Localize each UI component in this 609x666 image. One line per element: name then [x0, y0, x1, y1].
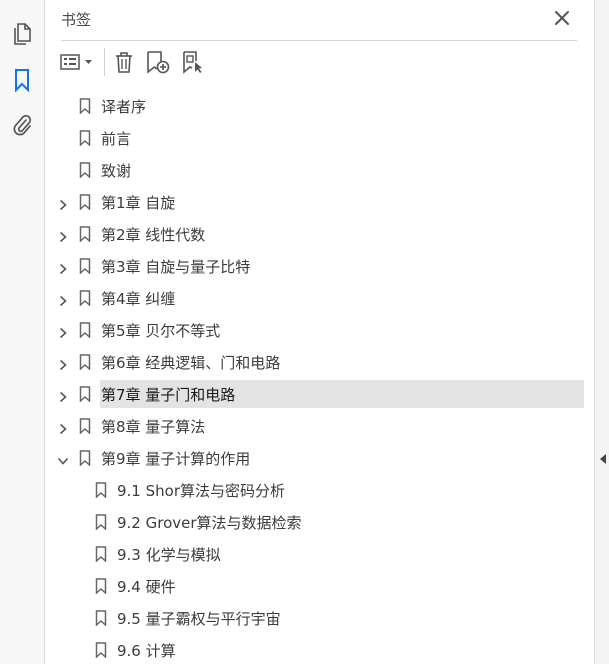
bookmark-icon	[79, 354, 91, 371]
bookmark-icon	[95, 482, 107, 499]
bookmark-item[interactable]: 9.2 Grover算法与数据检索	[45, 508, 593, 538]
bookmark-label: 前言	[101, 130, 132, 148]
bookmark-item[interactable]: 9.1 Shor算法与密码分析	[45, 476, 593, 506]
toolbar-separator	[104, 48, 105, 76]
bookmark-icon	[95, 578, 107, 595]
bookmark-label: 第6章 经典逻辑、门和电路	[101, 354, 281, 372]
bookmark-item[interactable]: 第3章 自旋与量子比特	[45, 252, 593, 282]
bookmarks-toolbar	[45, 44, 593, 80]
chevron-down-icon[interactable]	[57, 452, 69, 465]
panel-collapse-strip[interactable]	[594, 0, 609, 664]
bookmark-item[interactable]: 第5章 贝尔不等式	[45, 316, 593, 346]
bookmark-label: 9.6 计算	[117, 642, 176, 660]
bookmarks-panel: 书签 译者序 前言 致谢 第1章 自旋 第2章 线性代数 第3章 自旋与量子比特…	[45, 0, 593, 664]
bookmark-label: 第3章 自旋与量子比特	[101, 258, 251, 276]
delete-bookmark-icon[interactable]	[111, 48, 137, 76]
bookmark-item[interactable]: 译者序	[45, 92, 593, 122]
bookmark-label: 9.3 化学与模拟	[117, 546, 221, 564]
pages-icon[interactable]	[9, 20, 35, 46]
bookmark-icon	[79, 450, 91, 467]
bookmark-icon	[79, 194, 91, 211]
bookmark-icon	[95, 546, 107, 563]
chevron-right-icon[interactable]	[57, 356, 69, 371]
bookmark-icon	[79, 162, 91, 179]
chevron-right-icon[interactable]	[57, 292, 69, 307]
bookmark-icon	[95, 514, 107, 531]
bookmark-item[interactable]: 第8章 量子算法	[45, 412, 593, 442]
attachment-icon[interactable]	[9, 112, 35, 138]
bookmark-icon	[79, 322, 91, 339]
bookmark-label: 9.5 量子霸权与平行宇宙	[117, 610, 281, 628]
collapse-panel-icon[interactable]	[599, 450, 607, 469]
header-divider	[61, 40, 577, 41]
bookmark-label: 9.2 Grover算法与数据检索	[117, 514, 302, 532]
bookmark-item[interactable]: 9.5 量子霸权与平行宇宙	[45, 604, 593, 634]
bookmark-label: 第1章 自旋	[101, 194, 176, 212]
bookmark-icon	[95, 642, 107, 659]
bookmark-icon	[79, 98, 91, 115]
bookmark-item[interactable]: 第6章 经典逻辑、门和电路	[45, 348, 593, 378]
bookmark-label: 9.4 硬件	[117, 578, 176, 596]
bookmark-item[interactable]: 前言	[45, 124, 593, 154]
bookmark-item[interactable]: 第1章 自旋	[45, 188, 593, 218]
bookmark-label: 第8章 量子算法	[101, 418, 206, 436]
chevron-right-icon[interactable]	[57, 324, 69, 339]
bookmark-label: 第7章 量子门和电路	[101, 386, 236, 404]
panel-header: 书签	[45, 0, 593, 40]
bookmark-icon	[95, 610, 107, 627]
bookmark-item[interactable]: 致谢	[45, 156, 593, 186]
chevron-right-icon[interactable]	[57, 228, 69, 243]
bookmark-icon	[79, 418, 91, 435]
chevron-right-icon[interactable]	[57, 260, 69, 275]
bookmark-icon	[79, 130, 91, 147]
bookmark-item[interactable]: 9.3 化学与模拟	[45, 540, 593, 570]
chevron-right-icon[interactable]	[57, 388, 69, 403]
bookmark-icon	[79, 290, 91, 307]
bookmark-icon[interactable]	[9, 67, 35, 93]
bookmark-label: 9.1 Shor算法与密码分析	[117, 482, 285, 500]
bookmark-item[interactable]: 第9章 量子计算的作用	[45, 444, 593, 474]
bookmark-label: 译者序	[101, 98, 147, 116]
bookmark-item[interactable]: 第7章 量子门和电路	[45, 380, 593, 410]
bookmark-label: 第9章 量子计算的作用	[101, 450, 251, 468]
bookmark-label: 第2章 线性代数	[101, 226, 206, 244]
new-bookmark-icon[interactable]	[144, 48, 172, 76]
bookmark-icon	[79, 258, 91, 275]
bookmark-label: 致谢	[101, 162, 132, 180]
bookmark-item[interactable]: 第4章 纠缠	[45, 284, 593, 314]
left-nav-rail	[0, 0, 45, 664]
bookmark-icon	[79, 386, 91, 403]
bookmark-from-structure-icon[interactable]	[179, 48, 207, 76]
bookmark-label: 第4章 纠缠	[101, 290, 176, 308]
bookmark-item[interactable]: 第2章 线性代数	[45, 220, 593, 250]
bookmark-item[interactable]: 9.4 硬件	[45, 572, 593, 602]
close-icon[interactable]	[553, 9, 571, 27]
chevron-right-icon[interactable]	[57, 420, 69, 435]
bookmark-icon	[79, 226, 91, 243]
chevron-right-icon[interactable]	[57, 196, 69, 211]
bookmark-item[interactable]: 9.6 计算	[45, 636, 593, 666]
bookmark-label: 第5章 贝尔不等式	[101, 322, 221, 340]
panel-title: 书签	[61, 11, 92, 29]
options-menu-icon[interactable]	[59, 48, 97, 76]
